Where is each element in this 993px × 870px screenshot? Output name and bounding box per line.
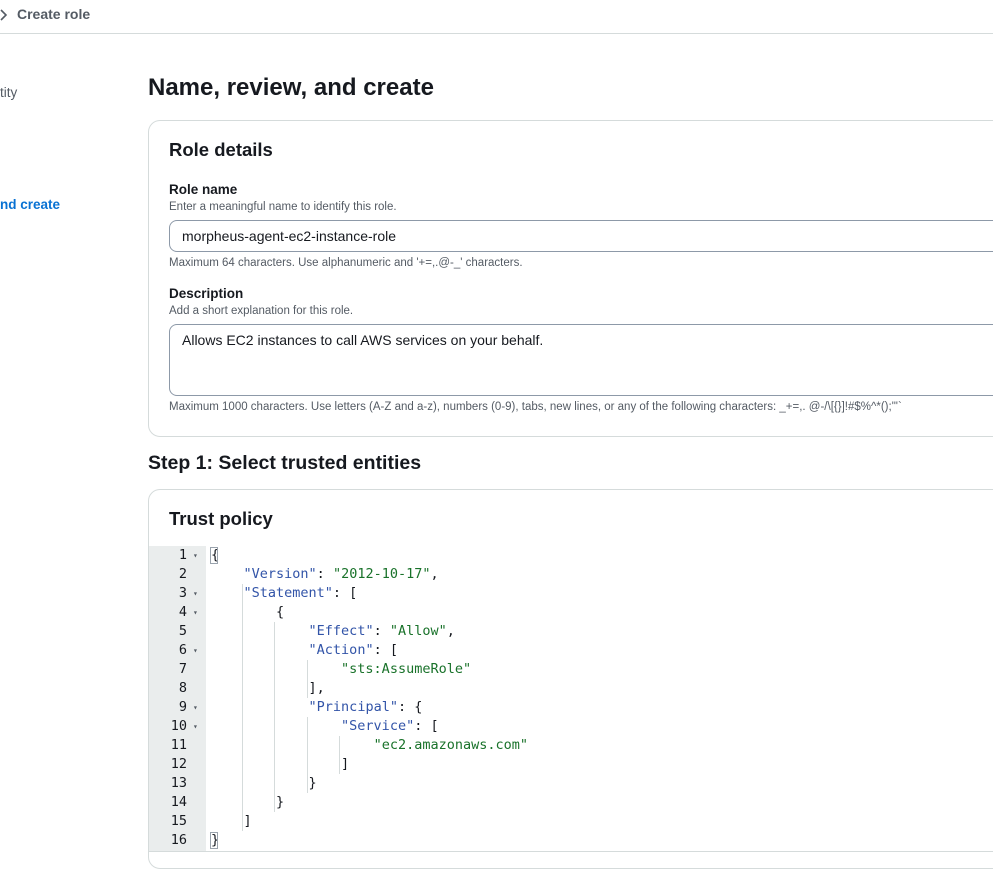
code-line: 6 ▾ "Action": [	[149, 641, 993, 660]
breadcrumb-current: Create role	[17, 6, 91, 22]
line-number: 9	[178, 699, 187, 715]
code-line: 14 }	[149, 793, 993, 812]
step1-title: Step 1: Select trusted entities	[148, 452, 422, 474]
code-line: 1 ▾{	[149, 546, 993, 565]
role-name-input[interactable]	[169, 220, 993, 252]
line-number: 13	[170, 775, 187, 791]
line-number: 2	[178, 566, 187, 582]
code-text: "Statement": [	[243, 585, 358, 601]
code-text: "ec2.amazonaws.com"	[373, 737, 528, 753]
role-details-title: Role details	[169, 139, 273, 160]
breadcrumb: Create role	[0, 0, 993, 34]
line-number: 4	[178, 604, 187, 620]
code-line: 15 ]	[149, 812, 993, 831]
code-text: "Effect": "Allow",	[308, 623, 455, 639]
line-number: 5	[178, 623, 187, 639]
line-number: 14	[170, 794, 187, 810]
fold-toggle-icon[interactable]: ▾	[193, 698, 198, 717]
wizard-step-name-review-create[interactable]: nd create	[0, 197, 60, 212]
code-line: 7 "sts:AssumeRole"	[149, 660, 993, 679]
page-title: Name, review, and create	[148, 74, 434, 101]
code-line: 2 "Version": "2012-10-17",	[149, 565, 993, 584]
line-number: 1	[178, 547, 187, 563]
trust-policy-card: Trust policy 1 ▾ {2 "Version": "2012-10-17…	[148, 489, 993, 869]
role-name-label: Role name	[169, 182, 238, 197]
line-number: 3	[178, 585, 187, 601]
code-line: 11 "ec2.amazonaws.com"	[149, 736, 993, 755]
wizard-step-select-trusted-entity[interactable]: tity	[0, 85, 17, 100]
fold-toggle-icon[interactable]: ▾	[193, 603, 198, 622]
bracket-match-highlight	[210, 547, 218, 564]
code-line: 10 ▾ "Service": [	[149, 717, 993, 736]
code-text: }	[211, 775, 317, 791]
code-text: "Principal": {	[308, 699, 423, 715]
fold-toggle-icon[interactable]: ▾	[193, 584, 198, 603]
line-number: 15	[170, 813, 187, 829]
line-number: 6	[178, 642, 187, 658]
description-label: Description	[169, 286, 244, 301]
description-textarea[interactable]: Allows EC2 instances to call AWS service…	[169, 324, 993, 396]
code-text: ]	[211, 756, 350, 772]
fold-toggle-icon[interactable]: ▾	[193, 717, 198, 736]
line-number: 12	[170, 756, 187, 772]
code-line: 9 ▾ "Principal": {	[149, 698, 993, 717]
role-details-card: Role details Role name Enter a meaningfu…	[148, 120, 993, 437]
trust-policy-editor[interactable]: 1 ▾{2 "Version": "2012-10-17", 3 ▾ "Stateme…	[149, 546, 993, 852]
role-name-hint: Enter a meaningful name to identify this…	[169, 201, 397, 213]
chevron-right-icon	[0, 9, 8, 21]
code-line: 12 ]	[149, 755, 993, 774]
description-constraint: Maximum 1000 characters. Use letters (A-…	[169, 401, 902, 413]
code-line: 3 ▾ "Statement": [	[149, 584, 993, 603]
line-number: 11	[170, 737, 187, 753]
code-line: 16}	[149, 831, 993, 850]
line-number: 7	[178, 661, 187, 677]
code-text: {	[211, 604, 285, 620]
code-text: "sts:AssumeRole"	[341, 661, 472, 677]
code-text: ],	[211, 680, 325, 696]
code-line: 13 }	[149, 774, 993, 793]
fold-toggle-icon[interactable]: ▾	[193, 641, 198, 660]
role-name-constraint: Maximum 64 characters. Use alphanumeric …	[169, 257, 523, 269]
code-text: ]	[211, 813, 252, 829]
code-line: 8 ],	[149, 679, 993, 698]
trust-policy-title: Trust policy	[169, 508, 273, 529]
code-line: 5 "Effect": "Allow",	[149, 622, 993, 641]
fold-toggle-icon[interactable]: ▾	[193, 546, 198, 565]
description-hint: Add a short explanation for this role.	[169, 305, 354, 317]
code-line: 4 ▾ {	[149, 603, 993, 622]
bracket-match-highlight	[210, 832, 218, 849]
code-text: "Action": [	[308, 642, 398, 658]
line-number: 8	[178, 680, 187, 696]
line-number: 10	[170, 718, 187, 734]
code-text: }	[211, 794, 285, 810]
line-number: 16	[170, 832, 187, 848]
code-text: "Service": [	[341, 718, 439, 734]
code-text: "Version": "2012-10-17",	[243, 566, 439, 582]
